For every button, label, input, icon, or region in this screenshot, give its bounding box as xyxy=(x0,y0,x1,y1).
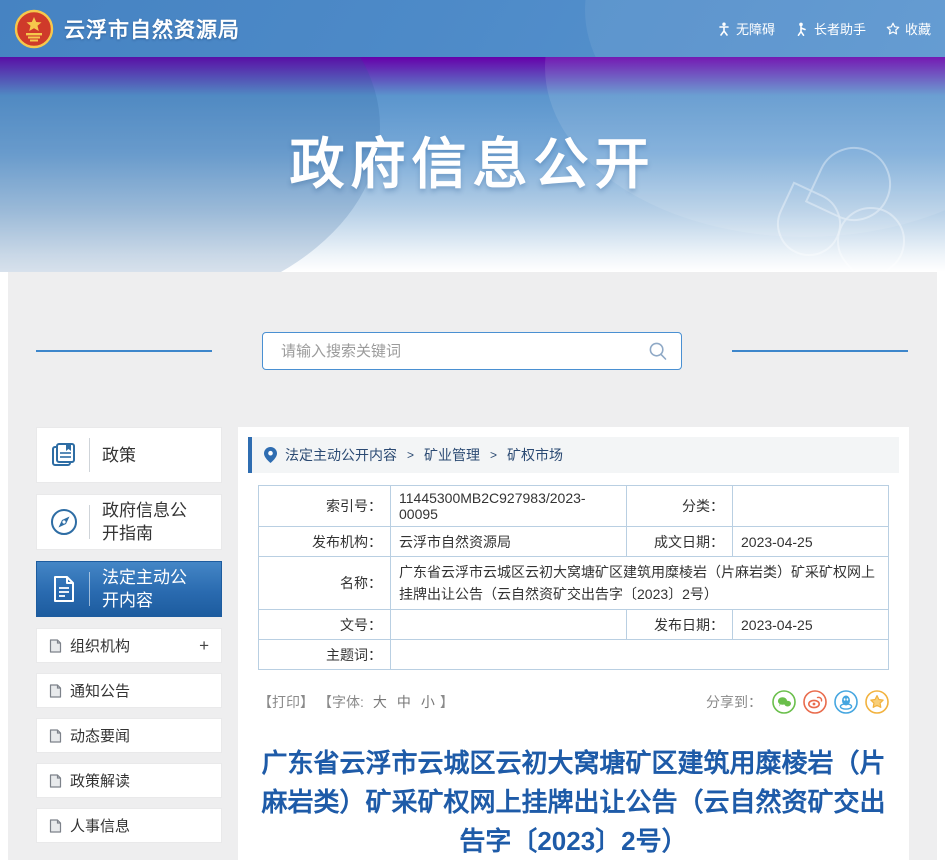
article-toolbar: 【打印】 【字体: 大 中 小 】 分享到： xyxy=(258,690,889,714)
breadcrumb-separator: > xyxy=(407,448,415,462)
sidebar-item-news[interactable]: 动态要闻 xyxy=(36,718,222,753)
page-body-panel: 政策 政府信息公开指南 xyxy=(8,272,937,860)
font-size-prefix: 【字体: xyxy=(318,694,364,710)
written-date-label: 成文日期： xyxy=(626,526,733,557)
font-size-medium[interactable]: 中 xyxy=(397,692,411,712)
page-banner: 政府信息公开 xyxy=(0,57,945,272)
site-title: 云浮市自然资源局 xyxy=(64,18,240,42)
sidebar-item-label: 通知公告 xyxy=(70,683,131,700)
sidebar-item-label: 政府信息公开指南 xyxy=(102,501,187,543)
sidebar-item-label: 政策解读 xyxy=(70,773,131,790)
keywords-label: 主题词： xyxy=(258,639,391,670)
table-row: 索引号： 11445300MB2C927983/2023-00095 分类： xyxy=(258,485,889,527)
document-meta-table: 索引号： 11445300MB2C927983/2023-00095 分类： 发… xyxy=(258,485,889,670)
favorite-label: 收藏 xyxy=(904,22,931,37)
breadcrumb-item[interactable]: 矿业管理 xyxy=(424,445,480,465)
search-icon xyxy=(649,342,667,360)
compass-icon xyxy=(47,507,81,537)
font-size-small[interactable]: 小 xyxy=(421,692,435,712)
sidebar-item-label: 组织机构 xyxy=(70,638,131,655)
print-button[interactable]: 【打印】 xyxy=(258,692,314,712)
breadcrumb-item[interactable]: 法定主动公开内容 xyxy=(285,445,397,465)
font-size-suffix: 】 xyxy=(439,694,454,710)
written-date-value: 2023-04-25 xyxy=(732,526,889,557)
decor-line-left xyxy=(36,350,212,352)
category-label: 分类： xyxy=(626,485,733,527)
accessibility-icon xyxy=(719,22,729,36)
publish-date-value: 2023-04-25 xyxy=(732,609,889,640)
share-favorite-star-icon[interactable] xyxy=(865,690,889,714)
page-icon xyxy=(49,683,62,698)
location-pin-icon xyxy=(264,447,277,463)
breadcrumb-item[interactable]: 矿权市场 xyxy=(507,445,563,465)
sidebar-item-policy-interpretation[interactable]: 政策解读 xyxy=(36,763,222,798)
divider xyxy=(89,572,90,606)
document-icon xyxy=(47,574,81,604)
elder-helper-link[interactable]: 长者助手 xyxy=(795,19,866,38)
doc-number-value xyxy=(390,609,627,640)
page-icon xyxy=(49,728,62,743)
star-icon xyxy=(886,22,900,34)
share-wechat-icon[interactable] xyxy=(772,690,796,714)
expand-plus-icon[interactable]: + xyxy=(199,637,209,654)
sidebar-item-personnel[interactable]: 人事信息 xyxy=(36,808,222,843)
sidebar-item-notices[interactable]: 通知公告 xyxy=(36,673,222,708)
sidebar: 政策 政府信息公开指南 法定主动公开内容 组织机构 + 通知公告 动态要闻 政策… xyxy=(36,427,222,853)
search-button[interactable] xyxy=(647,341,669,361)
index-number-value: 11445300MB2C927983/2023-00095 xyxy=(390,485,627,527)
elder-helper-label: 长者助手 xyxy=(813,22,866,37)
search-section xyxy=(8,324,937,378)
sidebar-item-label: 动态要闻 xyxy=(70,728,131,745)
accessibility-link[interactable]: 无障碍 xyxy=(717,19,775,38)
banner-title: 政府信息公开 xyxy=(289,133,656,195)
share-qq-icon[interactable] xyxy=(834,690,858,714)
doc-number-label: 文号： xyxy=(258,609,391,640)
breadcrumb: 法定主动公开内容 > 矿业管理 > 矿权市场 xyxy=(248,437,899,473)
share-label: 分享到： xyxy=(706,694,762,710)
category-value xyxy=(732,485,889,527)
sidebar-item-legal-disclosure[interactable]: 法定主动公开内容 xyxy=(36,561,222,617)
page-icon xyxy=(49,818,62,833)
article-title: 广东省云浮市云城区云初大窝塘矿区建筑用糜棱岩（片麻岩类）矿采矿权网上挂牌出让公告… xyxy=(261,748,886,856)
table-row: 发布机构： 云浮市自然资源局 成文日期： 2023-04-25 xyxy=(258,526,889,557)
table-row: 文号： 发布日期： 2023-04-25 xyxy=(258,609,889,640)
decor-line-right xyxy=(732,350,908,352)
accessibility-label: 无障碍 xyxy=(735,22,775,37)
page-icon xyxy=(49,773,62,788)
share-weibo-icon[interactable] xyxy=(803,690,827,714)
name-value: 广东省云浮市云城区云初大窝塘矿区建筑用糜棱岩（片麻岩类）矿采矿权网上挂牌出让公告… xyxy=(390,556,889,610)
national-emblem-logo xyxy=(14,9,54,48)
page-icon xyxy=(49,638,62,653)
sidebar-item-label: 法定主动公开内容 xyxy=(102,568,187,610)
content-panel: 法定主动公开内容 > 矿业管理 > 矿权市场 索引号： 11445300MB2C… xyxy=(238,427,909,860)
elder-icon xyxy=(797,22,806,36)
issuing-agency-value: 云浮市自然资源局 xyxy=(390,526,627,557)
sidebar-item-policy[interactable]: 政策 xyxy=(36,427,222,483)
sidebar-item-label: 政策 xyxy=(102,445,136,465)
font-size-large[interactable]: 大 xyxy=(373,692,387,712)
index-number-label: 索引号： xyxy=(258,485,391,527)
divider xyxy=(89,438,90,472)
name-label: 名称： xyxy=(258,556,391,610)
issuing-agency-label: 发布机构： xyxy=(258,526,391,557)
table-row: 名称： 广东省云浮市云城区云初大窝塘矿区建筑用糜棱岩（片麻岩类）矿采矿权网上挂牌… xyxy=(258,556,889,610)
publish-date-label: 发布日期： xyxy=(626,609,733,640)
book-icon xyxy=(47,440,81,470)
sidebar-item-label: 人事信息 xyxy=(70,818,131,835)
table-row: 主题词： xyxy=(258,639,889,670)
top-links: 无障碍 长者助手 收藏 xyxy=(717,19,931,38)
search-box xyxy=(262,332,682,370)
divider xyxy=(89,505,90,539)
keywords-value xyxy=(390,639,889,670)
top-header-bar: 云浮市自然资源局 无障碍 长者助手 收藏 xyxy=(0,0,945,57)
share-bar: 分享到： xyxy=(706,690,889,714)
favorite-link[interactable]: 收藏 xyxy=(886,19,931,38)
search-input[interactable] xyxy=(279,341,647,361)
sidebar-item-gov-info-guide[interactable]: 政府信息公开指南 xyxy=(36,494,222,550)
breadcrumb-separator: > xyxy=(490,448,498,462)
sidebar-item-organization[interactable]: 组织机构 + xyxy=(36,628,222,663)
